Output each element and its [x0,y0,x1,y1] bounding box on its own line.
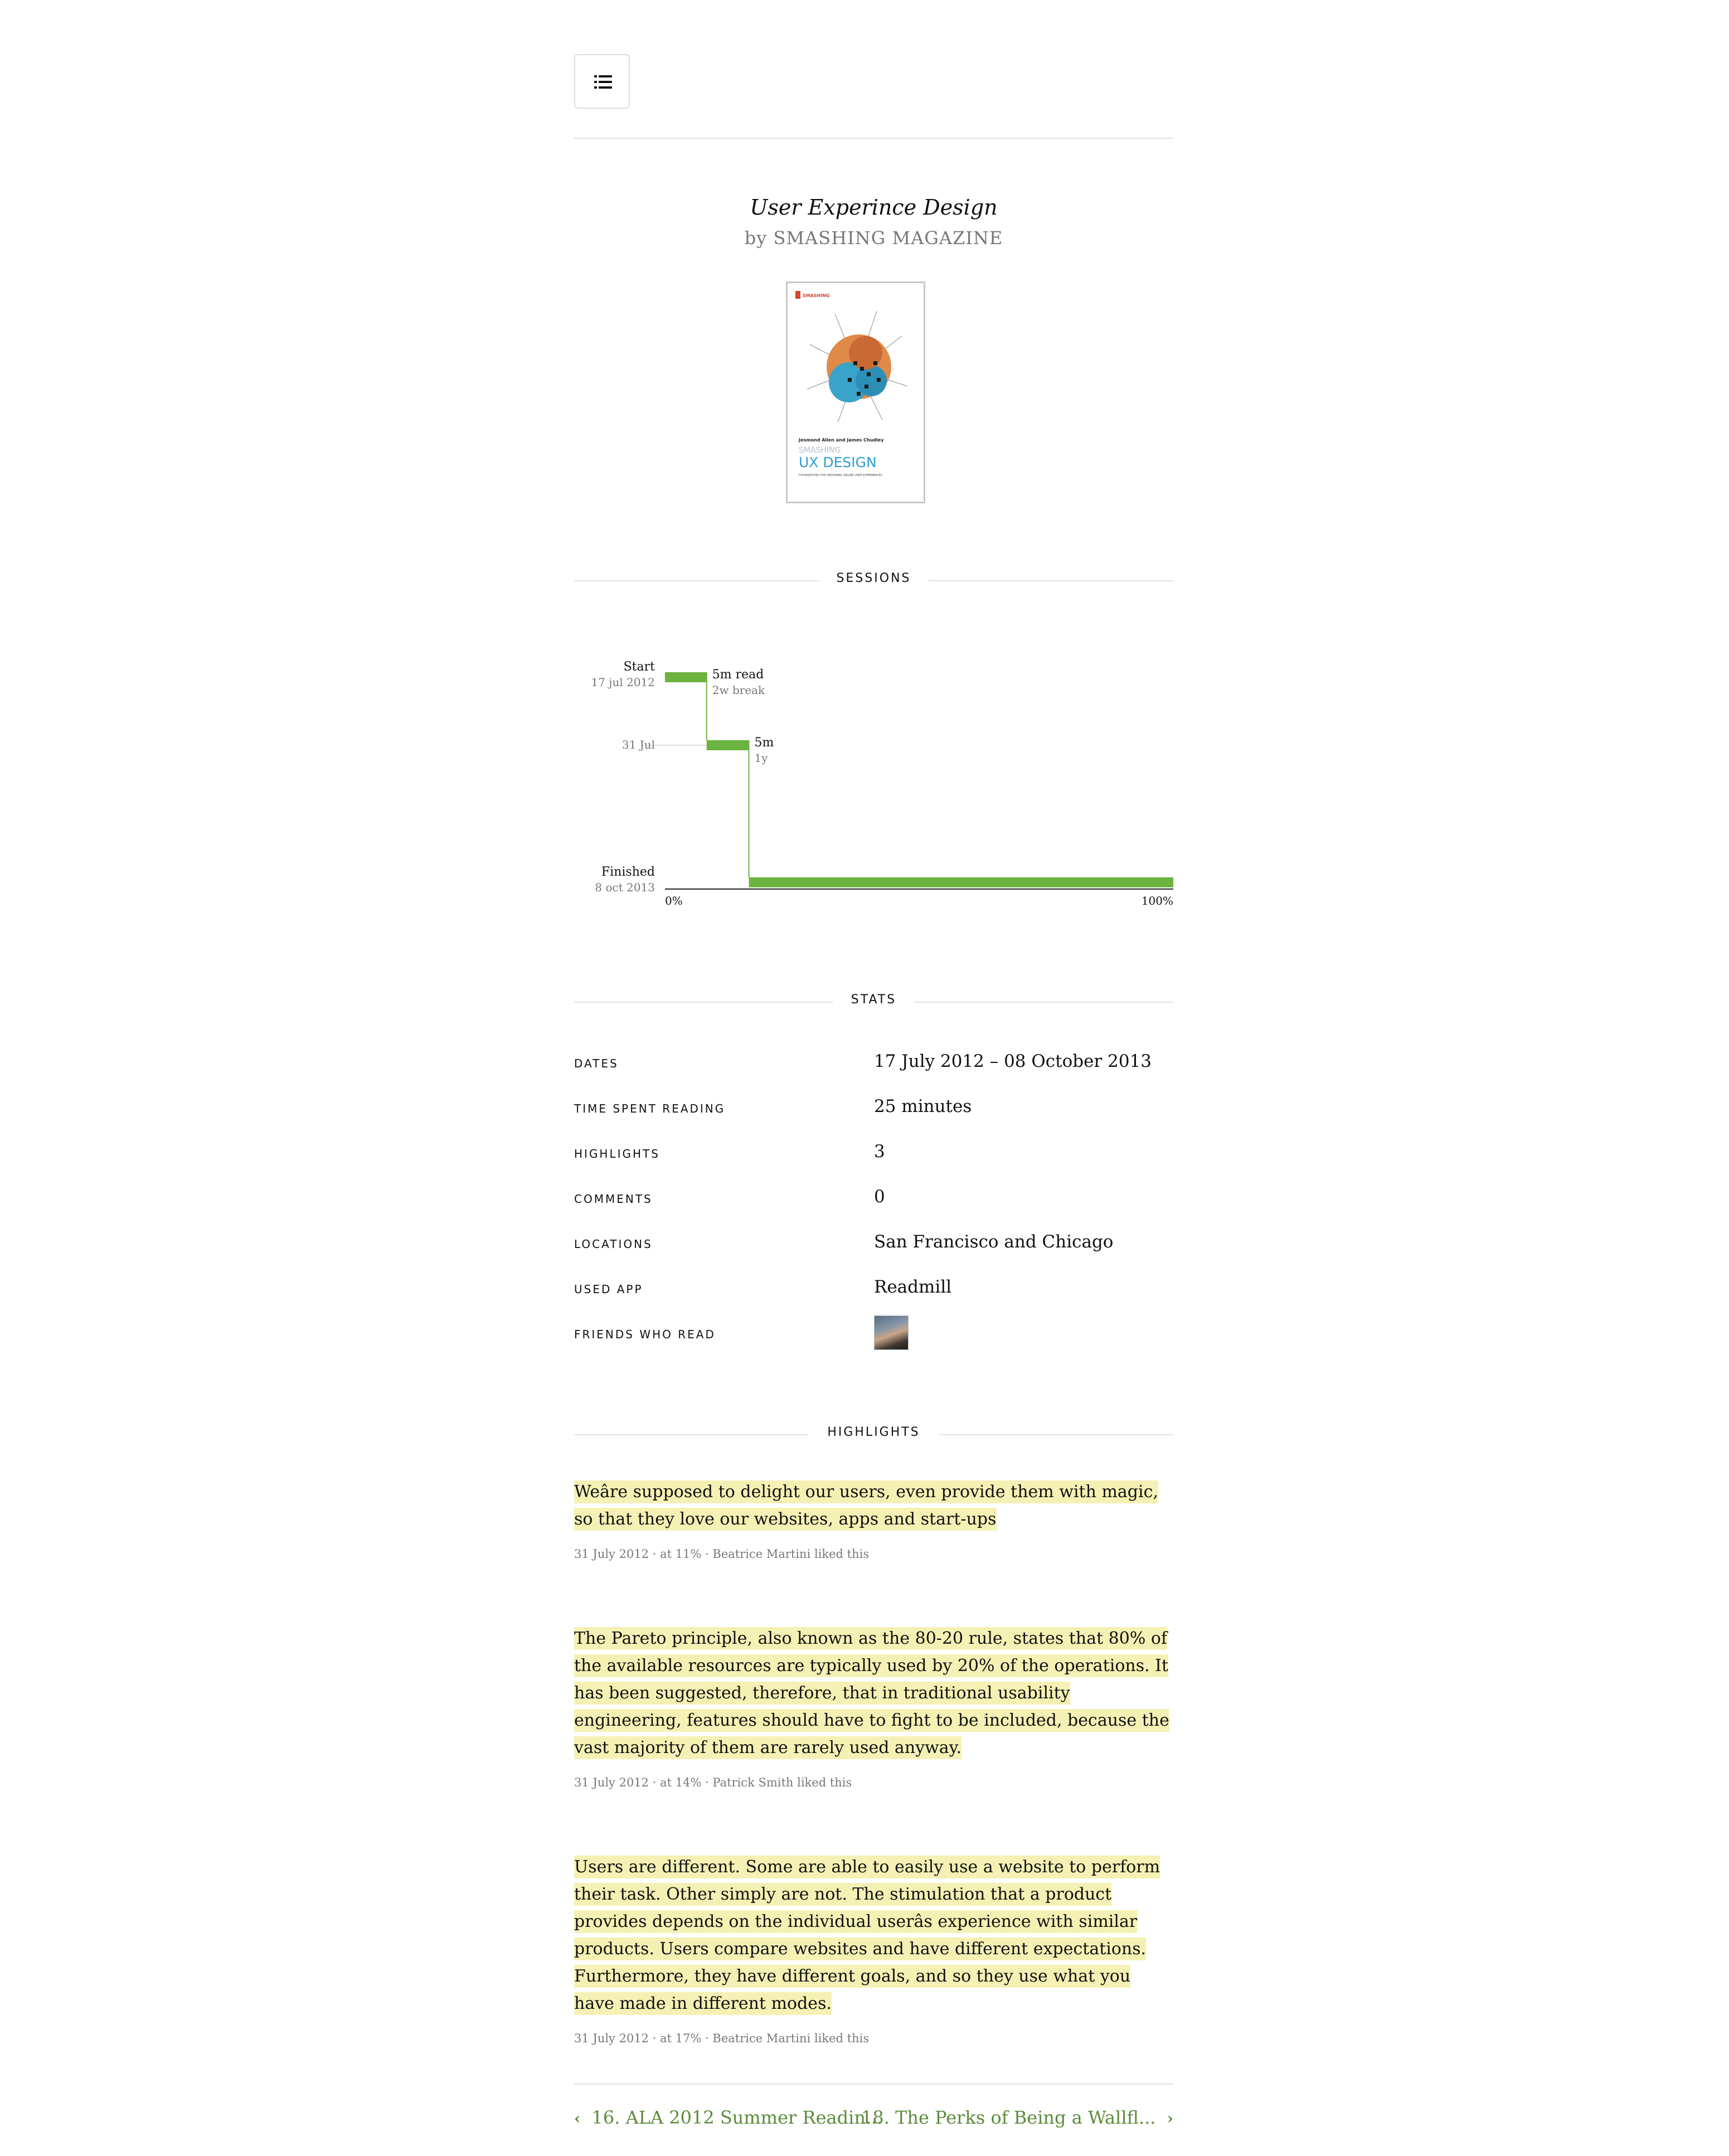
stat-row-comments: COMMENTS 0 [574,1184,1173,1218]
x-tick-label: 0% [665,894,683,907]
stat-value: San Francisco and Chicago [874,1232,1114,1252]
session-read-label: 5m read [712,668,764,682]
book-author: by SMASHING MAGAZINE [744,227,1003,249]
header-divider [574,138,1173,139]
chevron-left-icon: ‹ [574,2109,581,2128]
next-book-label: 18. The Perks of Being a Wallfl... [861,2107,1156,2128]
stat-label: HIGHLIGHTS [574,1147,660,1160]
session-gap-label: 2w break [712,683,765,697]
stat-label: DATES [574,1057,619,1070]
book-cover[interactable]: SMASHING Jesmond Allen and James Chudley… [786,281,925,503]
stat-label: LOCATIONS [574,1237,653,1251]
stat-row-time-spent: TIME SPENT READING 25 minutes [574,1094,1173,1128]
highlight-text[interactable]: Users are different. Some are able to ea… [574,1856,1160,2015]
cover-authors: Jesmond Allen and James Chudley [798,438,884,443]
footer-divider [574,2084,1173,2085]
cover-title: UX DESIGN [799,454,877,470]
x-tick-label: 100% [1142,894,1173,907]
session-bar [749,877,1173,887]
stat-value: 17 July 2012 – 08 October 2013 [874,1051,1152,1071]
next-book-link[interactable]: 18. The Perks of Being a Wallfl... › [861,2107,1173,2128]
stat-row-friends: FRIENDS WHO READ [574,1315,1173,1353]
stat-value: 25 minutes [874,1096,972,1116]
highlight-text[interactable]: Weâre supposed to delight our users, eve… [574,1480,1158,1531]
cover-artwork: SMASHING Jesmond Allen and James Chudley… [795,291,908,477]
sessions-chart: 5m read 2w break 5m 1y Start 17 jul 2012 31 Ju… [574,641,1173,920]
chevron-right-icon: › [1167,2109,1173,2128]
stat-row-dates: DATES 17 July 2012 – 08 October 2013 [574,1049,1173,1082]
highlight-meta: 31 July 2012 · at 14% · Patrick Smith li… [574,1776,852,1789]
stat-label: USED APP [574,1283,643,1296]
y-marker-label: Start [624,660,655,674]
y-marker-sublabel: 8 oct 2013 [595,881,655,894]
prev-book-link[interactable]: ‹ 16. ALA 2012 Summer Readin... [574,2107,882,2128]
cover-series: SMASHING [799,446,841,455]
stat-label: TIME SPENT READING [574,1102,726,1115]
session-read-label: 5m [754,736,774,750]
session-bar [665,672,707,682]
sessions-chart-svg: 5m read2w break 5m1y Start 17 jul 2012 31 Ju… [591,660,1173,907]
y-marker-sublabel: 17 jul 2012 [591,676,655,689]
menu-button[interactable] [574,54,630,109]
stat-row-locations: LOCATIONS San Francisco and Chicago [574,1230,1173,1263]
book-title: User Experince Design [750,195,998,220]
y-marker-sublabel: 31 Jul [622,738,655,751]
stat-value: 0 [874,1187,885,1207]
stat-row-used-app: USED APP Readmill [574,1275,1173,1308]
session-bar [706,740,749,750]
highlight-meta: 31 July 2012 · at 17% · Beatrice Martini… [574,2032,870,2045]
stat-label: FRIENDS WHO READ [574,1328,716,1341]
stat-value: 3 [874,1142,885,1162]
highlight-text[interactable]: The Pareto principle, also known as the … [574,1627,1169,1759]
cover-publisher: SMASHING [803,293,830,298]
pager: ‹ 16. ALA 2012 Summer Readin... 18. The … [574,2107,1173,2135]
stat-row-highlights: HIGHLIGHTS 3 [574,1139,1173,1173]
highlight-item: Weâre supposed to delight our users, eve… [574,1478,1173,1561]
prev-book-label: 16. ALA 2012 Summer Readin... [591,2107,883,2128]
highlight-item: Users are different. Some are able to ea… [574,1853,1173,2045]
highlight-item: The Pareto principle, also known as the … [574,1625,1173,1789]
y-marker-label: Finished [601,865,655,879]
highlight-meta: 31 July 2012 · at 11% · Beatrice Martini… [574,1547,870,1561]
stats-heading: STATS [574,990,1173,1013]
session-gap-label: 1y [754,751,768,765]
stat-label: COMMENTS [574,1192,653,1206]
highlights-heading: HIGHLIGHTS [574,1423,1173,1445]
avatar[interactable] [874,1315,909,1350]
sessions-heading: SESSIONS [574,569,1173,591]
stat-value: Readmill [874,1277,952,1297]
cover-subtitle: FOUNDATIONS FOR DESIGNING ONLINE USER EX… [799,474,882,477]
